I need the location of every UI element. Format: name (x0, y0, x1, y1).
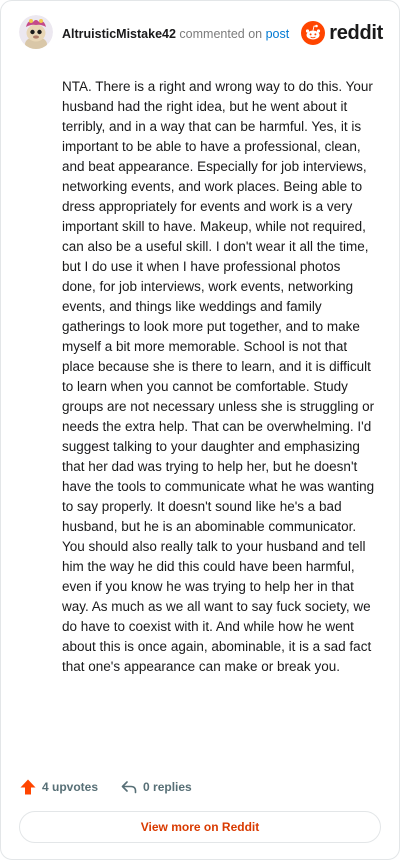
view-more-button[interactable]: View more on Reddit (19, 811, 381, 843)
reply-button[interactable]: 0 replies (120, 778, 192, 796)
upvote-arrow-icon (20, 779, 36, 795)
avatar-snoo-icon (19, 15, 53, 49)
comment-body: NTA. There is a right and wrong way to d… (62, 79, 375, 674)
reddit-logo-icon (301, 21, 326, 45)
user-avatar[interactable] (19, 15, 53, 49)
reddit-brand[interactable]: reddit (301, 19, 383, 47)
upvote-button[interactable]: 4 upvotes (19, 778, 98, 796)
post-link[interactable]: post (266, 27, 290, 41)
comment-card: AltruisticMistake42 commented on post re… (0, 0, 400, 860)
comment-header: AltruisticMistake42 commented on post re… (19, 15, 385, 55)
brand-wordmark: reddit (329, 21, 383, 44)
action-text: commented on (179, 27, 263, 41)
upvote-count: 4 upvotes (42, 780, 99, 794)
comment-meta: AltruisticMistake42 commented on post (62, 27, 289, 41)
reply-arrow-icon (121, 781, 137, 794)
comment-actions: 4 upvotes 0 replies (19, 777, 214, 797)
reply-count: 0 replies (143, 780, 192, 794)
username-link[interactable]: AltruisticMistake42 (62, 27, 176, 41)
